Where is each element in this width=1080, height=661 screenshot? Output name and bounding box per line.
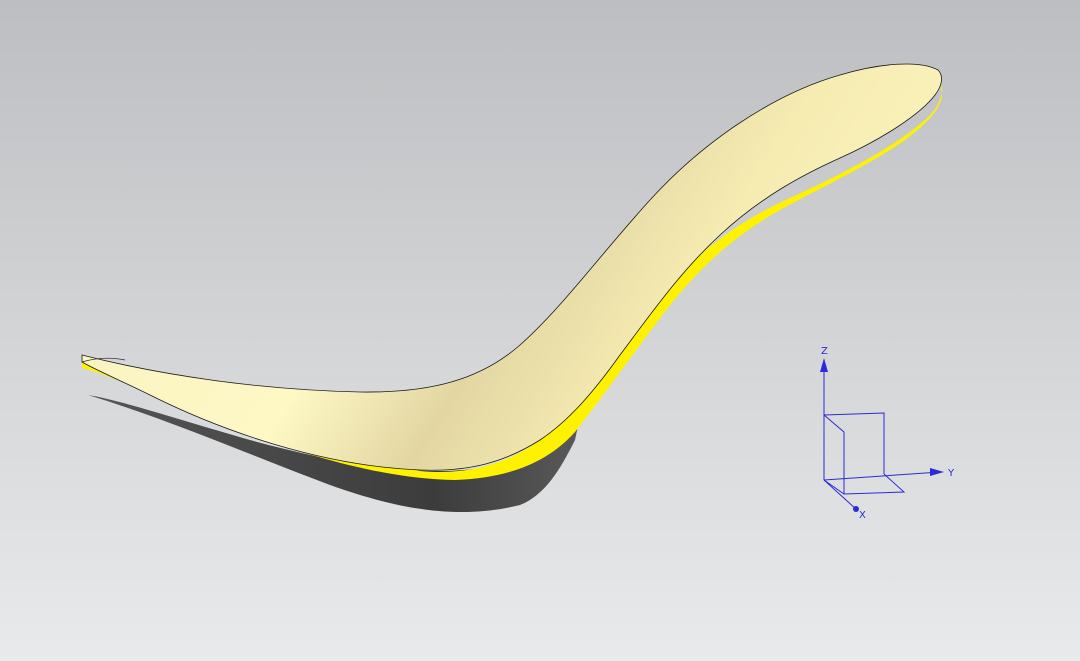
x-axis-label: X xyxy=(859,510,866,521)
graphics-viewport[interactable]: Z Y X xyxy=(0,0,1080,661)
y-axis-label: Y xyxy=(947,468,955,479)
model-canvas[interactable]: Z Y X xyxy=(0,0,1080,661)
z-axis-label: Z xyxy=(821,346,828,357)
